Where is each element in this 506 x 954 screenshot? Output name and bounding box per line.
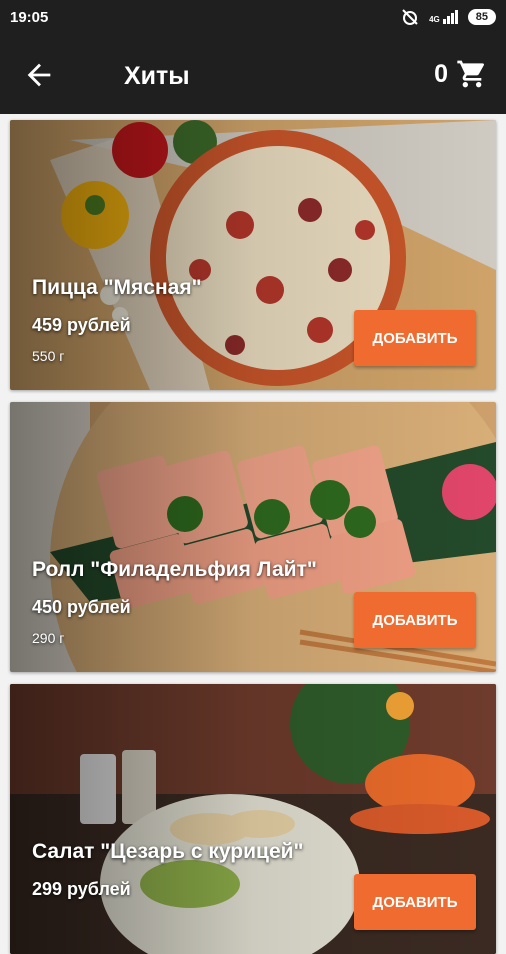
network-type: 4G: [429, 15, 440, 24]
signal-icon: 4G: [429, 10, 458, 24]
product-card-roll[interactable]: Ролл "Филадельфия Лайт" 450 рублей 290 г…: [10, 402, 496, 672]
product-price: 299 рублей: [32, 879, 131, 899]
product-name: Пицца "Мясная": [32, 276, 202, 299]
product-name: Салат "Цезарь с курицей": [32, 840, 304, 863]
cart-button[interactable]: 0: [434, 58, 488, 90]
status-icons: 4G 85: [401, 8, 496, 26]
battery-icon: 85: [467, 9, 496, 25]
app-bar: Хиты 0: [0, 36, 506, 114]
shopping-cart-icon: [457, 60, 484, 88]
add-to-cart-button[interactable]: ДОБАВИТЬ: [354, 592, 476, 648]
cart-count: 0: [434, 59, 448, 88]
product-weight: 550 г: [32, 348, 65, 364]
add-to-cart-button[interactable]: ДОБАВИТЬ: [354, 310, 476, 366]
arrow-back-icon[interactable]: [22, 58, 56, 92]
page-title: Хиты: [124, 62, 190, 90]
alarm-off-icon: [402, 9, 418, 25]
product-weight: 290 г: [32, 630, 65, 646]
product-name: Ролл "Филадельфия Лайт": [32, 558, 317, 581]
product-price: 450 рублей: [32, 597, 131, 617]
status-bar: 19:05 4G 85: [0, 0, 506, 36]
product-price: 459 рублей: [32, 315, 131, 335]
product-card-salad[interactable]: Салат "Цезарь с курицей" 299 рублей ДОБА…: [10, 684, 496, 954]
add-to-cart-button[interactable]: ДОБАВИТЬ: [354, 874, 476, 930]
status-time: 19:05: [10, 9, 49, 26]
product-card-pizza[interactable]: Пицца "Мясная" 459 рублей 550 г ДОБАВИТЬ: [10, 120, 496, 390]
